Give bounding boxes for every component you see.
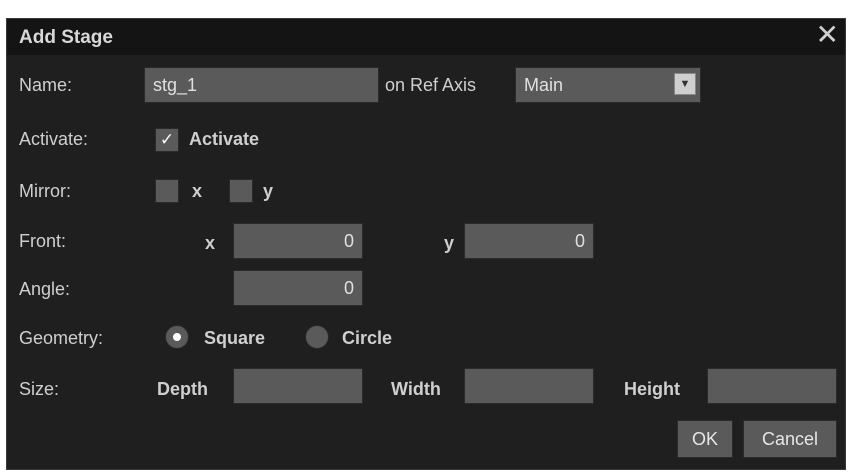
close-icon[interactable]: ✕ [816,20,839,50]
mirror-x-label: x [192,181,203,201]
height-input[interactable] [707,368,837,404]
width-input[interactable] [464,368,594,404]
mirror-y-label: y [263,181,274,201]
height-label: Height [624,379,680,399]
ref-axis-value: Main [524,75,564,95]
front-x-input[interactable]: 0 [233,223,363,259]
angle-label: Angle: [19,279,71,299]
activate-checkbox-label: Activate [189,129,260,149]
activate-label: Activate: [19,129,89,149]
ref-axis-select[interactable]: Main ▼ [515,67,701,103]
size-label: Size: [19,379,60,399]
geometry-square-label: Square [204,328,266,348]
front-label: Front: [19,231,67,251]
geometry-square-radio[interactable] [165,325,189,349]
cancel-button[interactable]: Cancel [743,420,837,458]
chevron-down-icon[interactable]: ▼ [674,73,696,95]
ok-button[interactable]: OK [677,420,733,458]
front-y-input[interactable]: 0 [464,223,594,259]
ref-axis-label: on Ref Axis [385,75,477,95]
dialog-titlebar: Add Stage ✕ [7,19,845,55]
width-label: Width [391,379,441,399]
front-y-label: y [444,233,455,253]
mirror-x-checkbox[interactable] [155,179,179,203]
geometry-label: Geometry: [19,328,104,348]
dialog-title: Add Stage [19,27,113,48]
mirror-label: Mirror: [19,181,71,201]
mirror-y-checkbox[interactable] [229,179,253,203]
activate-checkbox[interactable]: ✓ [155,128,179,152]
name-label: Name: [19,75,73,95]
name-input[interactable]: stg_1 [144,67,379,103]
depth-input[interactable] [233,368,363,404]
geometry-circle-label: Circle [342,328,393,348]
depth-label: Depth [157,379,208,399]
geometry-circle-radio[interactable] [305,325,329,349]
add-stage-dialog: Add Stage ✕ Name: stg_1 on Ref Axis Main… [6,18,846,470]
angle-input[interactable]: 0 [233,270,363,306]
front-x-label: x [205,233,216,253]
